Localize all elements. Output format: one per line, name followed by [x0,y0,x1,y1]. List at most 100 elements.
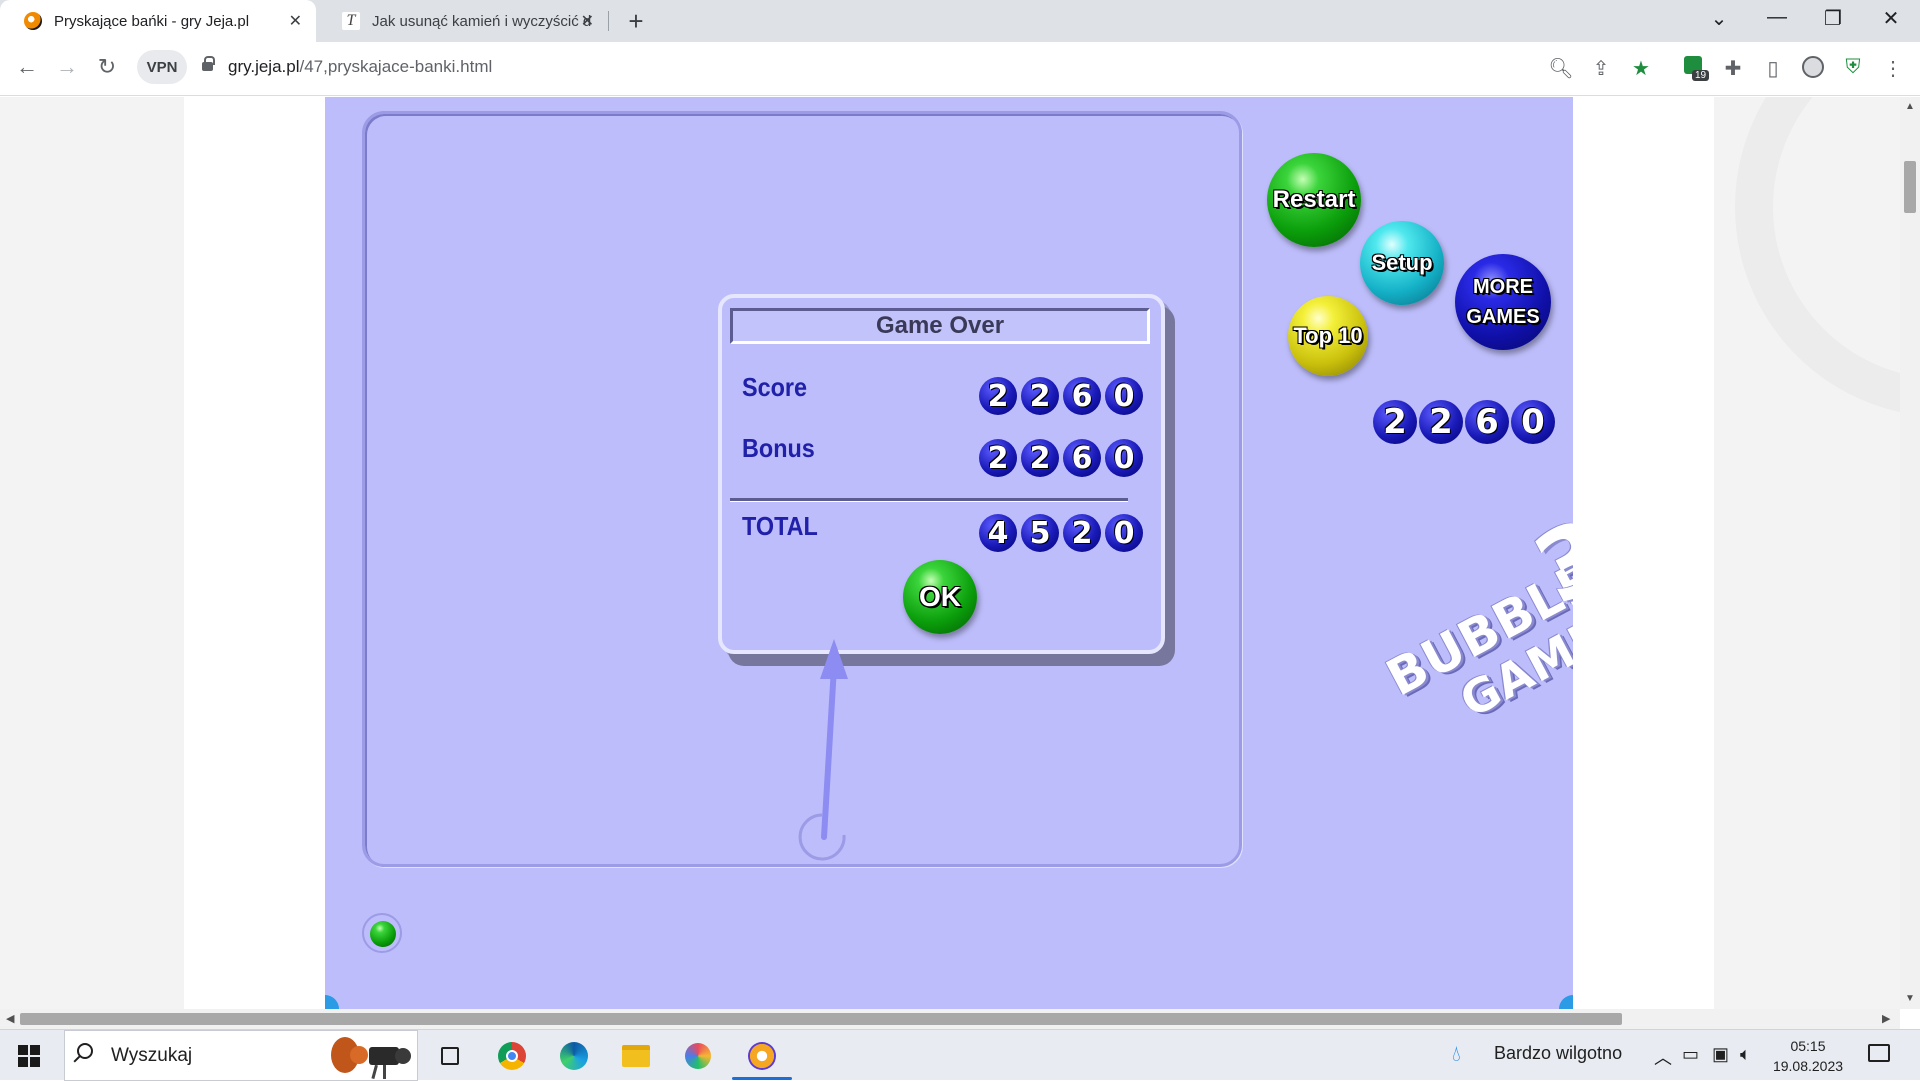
bonus-digit: 6 [1063,439,1101,477]
jeja-favicon-icon [24,12,42,30]
bonus-label: Bonus [742,433,815,463]
edge-icon[interactable] [556,1038,592,1074]
tab-title: Pryskające bańki - gry Jeja.pl [54,12,250,30]
score-label: Score [742,372,808,402]
close-tab-icon[interactable]: ✕ [581,11,594,31]
current-score: 2 2 6 0 [1373,400,1555,444]
next-ball-icon [370,921,396,947]
horizontal-scrollbar[interactable]: ◀ ▶ [0,1009,1900,1029]
frame-corner [325,995,339,1009]
search-placeholder: Wyszukaj [111,1045,193,1066]
search-icon [77,1043,93,1059]
browser-toolbar: ← → ↻ VPN gry.jeja.pl/47,pryskajace-bank… [0,42,1920,96]
network-icon[interactable]: ▭ [1682,1044,1699,1065]
bonus-digit: 0 [1105,439,1143,477]
score-digit: 2 [979,377,1017,415]
tab-pryskajace-banki[interactable]: Pryskające bańki - gry Jeja.pl ✕ [0,0,316,42]
side-panel-icon[interactable]: ▯ [1760,56,1786,81]
extension-green-icon[interactable]: 19 [1680,56,1710,81]
taskbar-clock[interactable]: 05:15 19.08.2023 [1768,1036,1848,1076]
score-value: 2 2 6 0 [979,377,1143,415]
restore-button[interactable]: ❐ [1818,6,1848,31]
address-bar[interactable]: gry.jeja.pl/47,pryskajace-banki.html [228,57,492,77]
web-page: Game Over Score 2 2 6 0 Bonus 2 2 6 0 TO… [0,97,1900,1009]
taskbar-search-box[interactable]: Wyszukaj [64,1030,418,1081]
horizontal-scroll-thumb[interactable] [20,1013,1622,1025]
ok-button[interactable]: OK [903,560,977,634]
total-digit: 2 [1063,514,1101,552]
background-decoration [1715,97,1900,1009]
bubble-game-3-logo: BUBBLE GAME 3 [1359,496,1573,771]
extension-badge: 19 [1692,70,1710,81]
restart-button[interactable]: Restart [1267,153,1361,247]
url-path: /47,pryskajace-banki.html [299,57,493,76]
weather-text[interactable]: Bardzo wilgotno [1494,1043,1622,1064]
chrome-icon[interactable] [494,1038,530,1074]
vpn-button[interactable]: VPN [137,50,187,84]
current-score-digit: 2 [1419,400,1463,444]
score-digit: 0 [1105,377,1143,415]
new-tab-button[interactable]: + [622,6,650,37]
setup-button[interactable]: Setup [1360,221,1444,305]
scroll-up-arrow-icon[interactable]: ▲ [1905,101,1915,112]
scroll-right-arrow-icon[interactable]: ▶ [1882,1012,1890,1025]
windows-taskbar: Wyszukaj 💧︎ Bardzo wilgotno ︿ ▭ ▣ 🔈︎ 05:… [0,1029,1920,1081]
clock-time: 05:15 [1790,1038,1826,1054]
browser-menu-icon[interactable]: ⋮ [1880,56,1906,81]
extensions-puzzle-icon[interactable]: ✚ [1720,56,1746,81]
scroll-left-arrow-icon[interactable]: ◀ [6,1012,14,1025]
launcher-arrow-icon [798,639,848,861]
profile-avatar-icon[interactable] [1800,56,1826,84]
paint-icon[interactable] [680,1038,716,1074]
bookmark-star-icon[interactable]: ★ [1628,56,1654,81]
bonus-value: 2 2 6 0 [979,439,1143,477]
total-value: 4 5 2 0 [979,514,1143,552]
url-host: gry.jeja.pl [228,57,300,76]
minimize-button[interactable]: — [1762,6,1792,29]
zoom-icon[interactable]: 🔍︎ [1548,56,1574,81]
more-games-button[interactable]: MORE GAMES [1455,254,1551,350]
file-explorer-icon[interactable] [618,1038,654,1074]
task-view-icon[interactable] [432,1038,468,1074]
lock-icon[interactable] [202,56,215,71]
close-tab-icon[interactable]: ✕ [289,11,302,31]
vertical-scroll-thumb[interactable] [1904,161,1916,213]
back-button[interactable]: ← [12,54,42,80]
shield-extension-icon[interactable]: ⛨ [1840,56,1866,79]
forward-button[interactable]: → [52,54,82,80]
clock-date: 19.08.2023 [1772,1058,1844,1074]
reload-button[interactable]: ↻ [92,54,122,80]
start-button[interactable] [18,1045,40,1067]
tab-search-chevron-icon[interactable]: ⌄ [1704,6,1734,31]
scroll-down-arrow-icon[interactable]: ▼ [1905,993,1915,1004]
bonus-digit: 2 [1021,439,1059,477]
meet-camera-icon[interactable]: ▣ [1712,1044,1729,1065]
more-games-line1: MORE [1473,276,1533,298]
notification-center-icon[interactable] [1868,1044,1890,1062]
current-score-digit: 0 [1511,400,1555,444]
vertical-scrollbar[interactable]: ▲ ▼ [1900,97,1920,1009]
share-icon[interactable]: ⇪ [1588,56,1614,81]
frame-corner [1559,995,1573,1009]
total-digit: 4 [979,514,1017,552]
total-digit: 5 [1021,514,1059,552]
weather-droplet-icon: 💧︎ [1452,1041,1461,1066]
total-digit: 0 [1105,514,1143,552]
next-ball-indicator [362,913,402,953]
dialog-title: Game Over [730,308,1150,344]
score-digit: 6 [1063,377,1101,415]
squirrel-photographer-icon [331,1037,411,1079]
tab-separator [608,11,609,31]
total-label: TOTAL [742,511,818,541]
active-app-icon[interactable] [744,1038,780,1074]
volume-muted-icon[interactable]: 🔈︎ [1740,1044,1751,1065]
score-digit: 2 [1021,377,1059,415]
bonus-digit: 2 [979,439,1017,477]
bubble-game-canvas[interactable]: Game Over Score 2 2 6 0 Bonus 2 2 6 0 TO… [325,97,1573,1009]
show-hidden-icons-icon[interactable]: ︿ [1654,1044,1672,1070]
dialog-divider [730,498,1128,501]
close-window-button[interactable]: ✕ [1876,6,1906,31]
top10-button[interactable]: Top 10 [1288,296,1368,376]
tab-jak-usunac-kamien[interactable]: T Jak usunąć kamień i wyczyścić de ✕ [318,0,608,42]
current-score-digit: 2 [1373,400,1417,444]
